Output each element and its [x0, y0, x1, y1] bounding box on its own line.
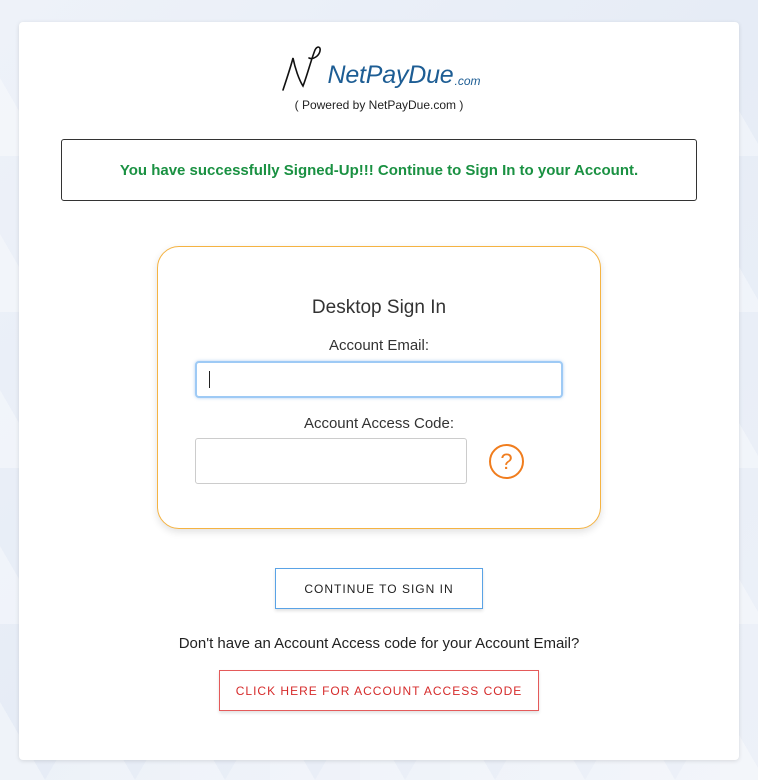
email-label: Account Email:	[328, 337, 430, 354]
no-access-code-prompt: Don't have an Account Access code for yo…	[178, 635, 580, 652]
success-alert: You have successfully Signed-Up!!! Conti…	[61, 139, 697, 201]
continue-to-sign-in-button[interactable]: CONTINUE TO SIGN IN	[275, 568, 483, 609]
np-signature-logo-icon	[282, 46, 322, 91]
powered-by-text: ( Powered by NetPayDue.com )	[294, 98, 464, 112]
access-code-input[interactable]	[195, 438, 467, 484]
success-message: You have successfully Signed-Up!!! Conti…	[119, 161, 639, 179]
brand-logo: NetPayDue .com	[19, 42, 739, 94]
main-card: NetPayDue .com ( Powered by NetPayDue.co…	[19, 22, 739, 760]
get-access-code-button[interactable]: CLICK HERE FOR ACCOUNT ACCESS CODE	[219, 670, 539, 711]
signin-panel: Desktop Sign In Account Email: Account A…	[157, 246, 601, 529]
brand-suffix: .com	[454, 74, 481, 88]
email-input[interactable]	[195, 361, 563, 398]
panel-title: Desktop Sign In	[311, 297, 447, 318]
brand-name: NetPayDue	[327, 61, 454, 89]
help-symbol: ?	[500, 448, 513, 474]
question-circle-icon[interactable]: ?	[489, 444, 524, 479]
access-code-label: Account Access Code:	[303, 415, 455, 432]
text-caret	[209, 371, 210, 388]
